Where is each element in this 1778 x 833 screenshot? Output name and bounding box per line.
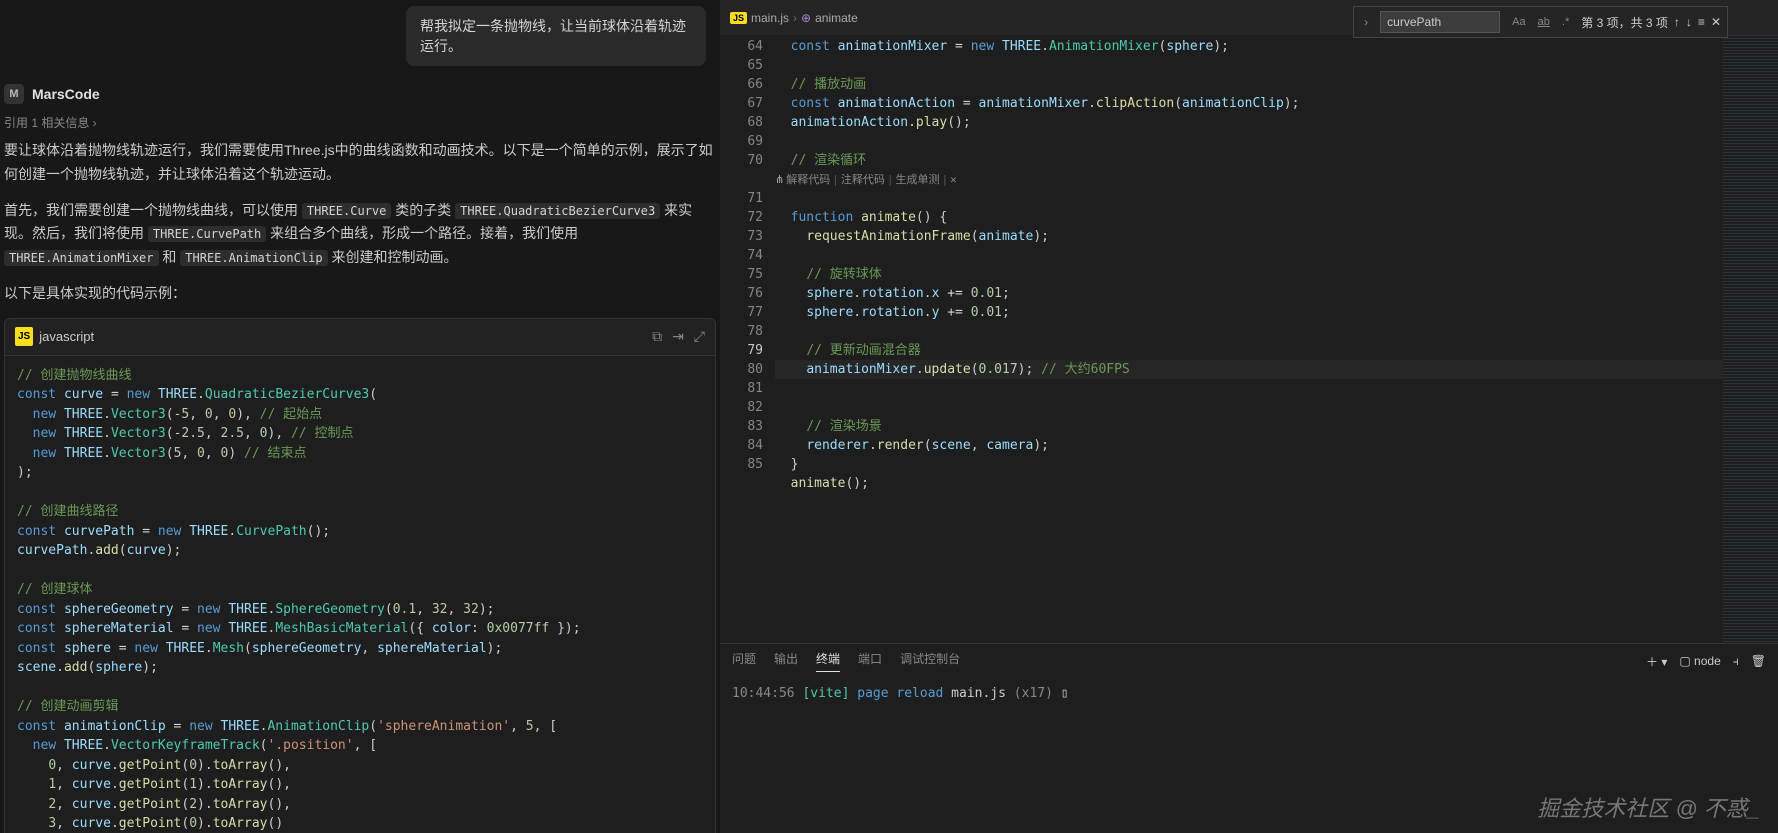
find-status: 第 3 项，共 3 项: [1581, 14, 1668, 31]
inline-code: THREE.Curve: [302, 203, 391, 219]
regex-icon[interactable]: .*: [1558, 13, 1573, 31]
assistant-response: 要让球体沿着抛物线轨迹运行，我们需要使用Three.js中的曲线函数和动画技术。…: [0, 139, 720, 833]
breadcrumb-file[interactable]: main.js: [751, 11, 789, 25]
chat-panel: 帮我拟定一条抛物线，让当前球体沿着轨迹运行。 M MarsCode 引用 1 相…: [0, 0, 720, 833]
find-next-icon[interactable]: ↓: [1686, 15, 1692, 29]
terminal-tab[interactable]: 输出: [774, 650, 798, 672]
inline-code: THREE.AnimationMixer: [4, 250, 159, 266]
js-badge-icon: JS: [730, 12, 747, 24]
minimap[interactable]: [1723, 35, 1778, 643]
chevron-right-icon: ›: [793, 11, 797, 25]
code-block: JS javascript ⧉ ⇥ ⤢ // 创建抛物线曲线 const cur…: [4, 318, 716, 833]
response-para-3: 以下是具体实现的代码示例：: [4, 282, 716, 306]
terminal-tab[interactable]: 终端: [816, 650, 840, 672]
terminal-tab-list: 问题输出终端端口调试控制台: [732, 650, 960, 672]
terminal-tab[interactable]: 调试控制台: [900, 650, 960, 672]
find-input[interactable]: [1380, 11, 1500, 33]
inline-code: THREE.AnimationClip: [180, 250, 327, 266]
terminal-node-label[interactable]: ▢ node: [1679, 654, 1720, 668]
inline-code: THREE.QuadraticBezierCurve3: [455, 203, 660, 219]
response-para-1: 要让球体沿着抛物线轨迹运行，我们需要使用Three.js中的曲线函数和动画技术。…: [4, 139, 716, 187]
find-selection-icon[interactable]: ≡: [1698, 15, 1705, 29]
editor-panel: JS main.js › ⊕ animate › Aa ab .* 第 3 项，…: [720, 0, 1778, 833]
terminal-tab[interactable]: 问题: [732, 650, 756, 672]
codelens-gentest[interactable]: 生成单测: [895, 170, 939, 189]
line-gutter: 64656667686970 7172737475767778798081828…: [720, 35, 775, 643]
breadcrumb[interactable]: JS main.js › ⊕ animate: [730, 11, 858, 25]
find-navigation: 第 3 项，共 3 项 ↑ ↓ ≡ ✕: [1581, 14, 1721, 31]
terminal-tabs: 问题输出终端端口调试控制台 ＋ ▾ ▢ node ⫞ 🗑: [720, 644, 1778, 678]
reference-link[interactable]: 引用 1 相关信息 ›: [0, 112, 720, 139]
breadcrumb-function[interactable]: animate: [815, 11, 858, 25]
copy-code-icon[interactable]: ⧉: [652, 325, 662, 349]
kill-terminal-icon[interactable]: 🗑: [1751, 654, 1766, 668]
editor-body: 64656667686970 7172737475767778798081828…: [720, 35, 1778, 643]
code-area[interactable]: const animationMixer = new THREE.Animati…: [775, 35, 1723, 643]
find-close-icon[interactable]: ✕: [1711, 15, 1721, 29]
response-para-2: 首先，我们需要创建一个抛物线曲线，可以使用 THREE.Curve 类的子类 T…: [4, 199, 716, 270]
assistant-header: M MarsCode: [0, 76, 720, 112]
code-block-header: JS javascript ⧉ ⇥ ⤢: [5, 319, 715, 356]
inline-code: THREE.CurvePath: [148, 226, 266, 242]
function-icon: ⊕: [801, 11, 811, 25]
assistant-name: MarsCode: [32, 86, 100, 102]
terminal-tab[interactable]: 端口: [858, 650, 882, 672]
terminal-actions: ＋ ▾ ▢ node ⫞ 🗑: [1646, 653, 1766, 670]
match-word-icon[interactable]: ab: [1534, 13, 1554, 31]
js-badge-icon: JS: [15, 327, 33, 346]
expand-code-icon[interactable]: ⤢: [694, 325, 705, 349]
terminal-panel: 问题输出终端端口调试控制台 ＋ ▾ ▢ node ⫞ 🗑 10:44:56 [v…: [720, 643, 1778, 833]
insert-code-icon[interactable]: ⇥: [672, 325, 684, 349]
find-toggle-replace-icon[interactable]: ›: [1360, 15, 1372, 29]
code-content: // 创建抛物线曲线 const curve = new THREE.Quadr…: [5, 356, 715, 833]
user-message: 帮我拟定一条抛物线，让当前球体沿着轨迹运行。: [406, 6, 706, 66]
code-actions: ⧉ ⇥ ⤢: [652, 325, 705, 349]
codelens-explain[interactable]: 解释代码: [786, 170, 830, 189]
codelens-comment[interactable]: 注释代码: [841, 170, 885, 189]
find-options: Aa ab .*: [1508, 13, 1573, 31]
marscode-icon: M: [4, 84, 24, 104]
match-case-icon[interactable]: Aa: [1508, 13, 1529, 31]
codelens: ⋔ 解释代码 | 注释代码 | 生成单测 | ✕: [775, 170, 1723, 189]
terminal-body[interactable]: 10:44:56 [vite] page reload main.js (x17…: [720, 678, 1778, 833]
split-terminal-icon[interactable]: ⫞: [1733, 654, 1739, 669]
find-widget[interactable]: › Aa ab .* 第 3 项，共 3 项 ↑ ↓ ≡ ✕: [1353, 6, 1728, 38]
find-prev-icon[interactable]: ↑: [1674, 15, 1680, 29]
codelens-close-icon[interactable]: ✕: [950, 170, 957, 189]
marscode-codelens-icon: ⋔: [775, 170, 784, 189]
code-language-label: JS javascript: [15, 326, 94, 348]
new-terminal-icon[interactable]: ＋ ▾: [1646, 653, 1667, 670]
